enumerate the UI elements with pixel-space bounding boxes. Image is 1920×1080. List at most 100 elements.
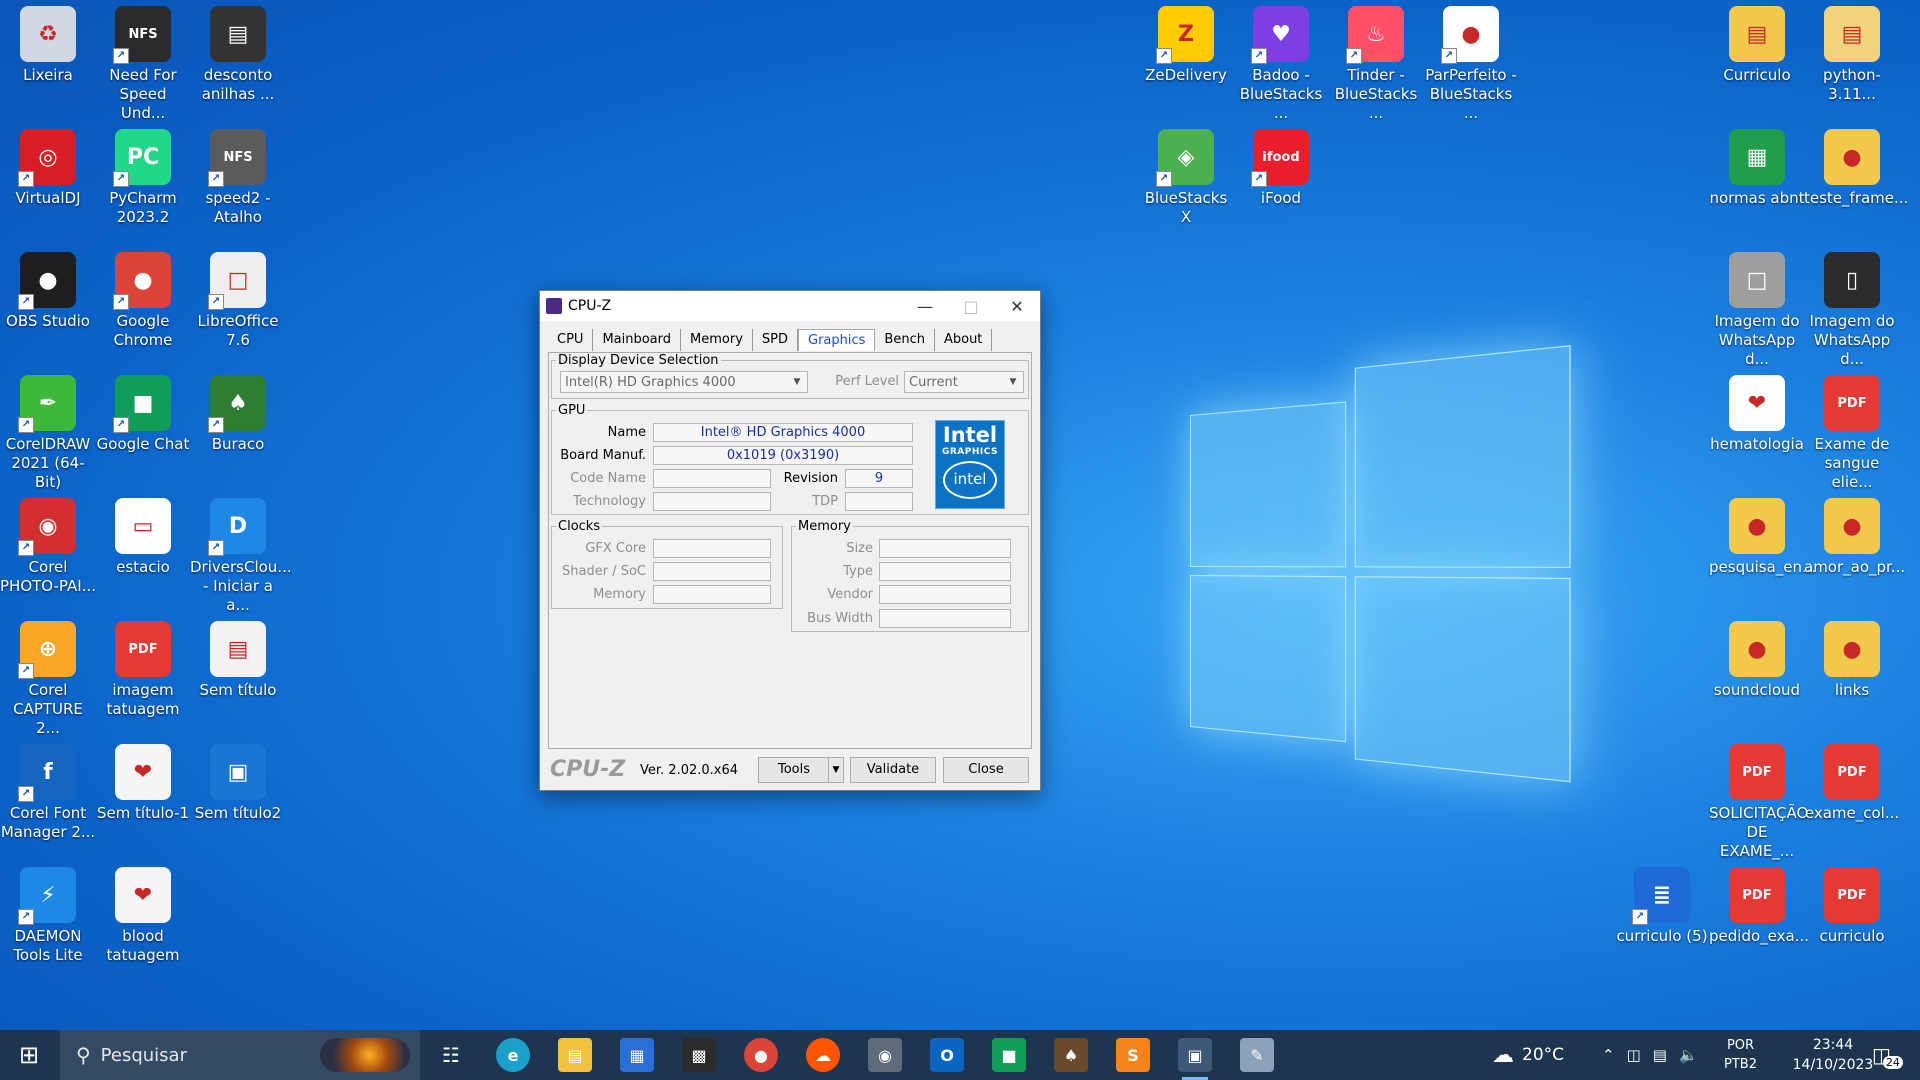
desktop-icon-label: SOLICITAÇÃO DE EXAME_...	[1709, 804, 1805, 861]
desktop-icon[interactable]: ▤ Sem título	[190, 617, 286, 700]
language-indicator[interactable]: POR PTB2	[1724, 1030, 1757, 1080]
display-device-select[interactable]: Intel(R) HD Graphics 4000 ▼	[560, 371, 808, 393]
store-icon[interactable]: ▦	[620, 1038, 654, 1072]
game-icon[interactable]: ♠	[1054, 1038, 1088, 1072]
validate-button[interactable]: Validate	[850, 757, 936, 783]
perf-level-select[interactable]: Current ▼	[904, 371, 1024, 393]
desktop-icon[interactable]: ▭ estacio	[95, 494, 191, 577]
desktop-icon-image: PDF	[1824, 375, 1880, 431]
desktop-icon[interactable]: ● pesquisa_en...	[1709, 494, 1805, 577]
tab-spd[interactable]: SPD	[753, 329, 798, 351]
desktop-icon-image: ◉ ↗	[20, 498, 76, 554]
google-chat-icon[interactable]: ■	[992, 1038, 1026, 1072]
volume-icon[interactable]: 🔈	[1679, 1046, 1698, 1064]
desktop-icon[interactable]: ● ↗ ParPerfeito - BlueStacks ...	[1423, 2, 1519, 123]
display-device-value: Intel(R) HD Graphics 4000	[565, 375, 736, 390]
desktop-icon[interactable]: ● amor_ao_pr...	[1804, 494, 1900, 577]
sublime-text-icon[interactable]: S	[1116, 1038, 1150, 1072]
start-button[interactable]: ⊞	[0, 1030, 58, 1080]
desktop-icon[interactable]: ● teste_frame...	[1804, 125, 1900, 208]
notifications-button[interactable]: ◫ 24	[1872, 1030, 1903, 1080]
desktop-icon[interactable]: □ Imagem do WhatsApp d...	[1709, 248, 1805, 369]
desktop-icon[interactable]: ▤ python-3.11...	[1804, 2, 1900, 104]
shortcut-arrow-icon: ↗	[1251, 171, 1267, 187]
minimize-button[interactable]: —	[902, 291, 948, 321]
desktop-icon[interactable]: PDF curriculo	[1804, 863, 1900, 946]
desktop-icon[interactable]: ● ↗ OBS Studio	[0, 248, 96, 331]
tab-graphics[interactable]: Graphics	[798, 329, 875, 351]
close-icon[interactable]: ✕	[994, 291, 1040, 321]
desktop-icon-image: ● ↗	[115, 252, 171, 308]
desktop-icon[interactable]: Z ↗ ZeDelivery	[1138, 2, 1234, 85]
desktop-icon[interactable]: PDF pedido_exa...	[1709, 863, 1805, 946]
desktop-icon[interactable]: ❤ blood tatuagem	[95, 863, 191, 965]
tab-cpu[interactable]: CPU	[548, 329, 593, 351]
tools-button[interactable]: Tools	[758, 757, 830, 783]
tab-about[interactable]: About	[935, 329, 992, 351]
desktop-icon[interactable]: ▯ Imagem do WhatsApp d...	[1804, 248, 1900, 369]
desktop-icon[interactable]: PDF SOLICITAÇÃO DE EXAME_...	[1709, 740, 1805, 861]
desktop-icon[interactable]: ✒ ↗ CorelDRAW 2021 (64-Bit)	[0, 371, 96, 492]
meet-icon[interactable]: ◫	[1627, 1046, 1641, 1064]
desktop-icon-label: Google Chrome	[95, 312, 191, 350]
clock[interactable]: 23:44 14/10/2023	[1788, 1030, 1878, 1080]
desktop-icon[interactable]: ⚡ ↗ DAEMON Tools Lite	[0, 863, 96, 965]
tab-bench[interactable]: Bench	[875, 329, 935, 351]
tab-mainboard[interactable]: Mainboard	[593, 329, 681, 351]
desktop-icon[interactable]: ifood ↗ iFood	[1233, 125, 1329, 208]
weather-widget[interactable]: ☁ 20°C	[1492, 1030, 1564, 1080]
maximize-button[interactable]: □	[948, 291, 994, 321]
desktop-icon[interactable]: ◈ ↗ BlueStacks X	[1138, 125, 1234, 227]
equalizer-icon[interactable]: ▩	[682, 1038, 716, 1072]
paint-icon[interactable]: ✎	[1240, 1038, 1274, 1072]
desktop-icon[interactable]: ♠ ↗ Buraco	[190, 371, 286, 454]
desktop-icon-image: ♠ ↗	[210, 375, 266, 431]
soundcloud-icon[interactable]: ☁	[806, 1038, 840, 1072]
desktop-icon[interactable]: PC ↗ PyCharm 2023.2	[95, 125, 191, 227]
desktop-icon[interactable]: NFS ↗ Need For Speed Und...	[95, 2, 191, 123]
desktop-icon[interactable]: ♥ ↗ Badoo - BlueStacks ...	[1233, 2, 1329, 123]
desktop-icon[interactable]: ◉ ↗ Corel PHOTO-PAI...	[0, 494, 96, 596]
desktop-icon[interactable]: ⊕ ↗ Corel CAPTURE 2...	[0, 617, 96, 738]
desktop-icon[interactable]: D ↗ DriversClou... - Iniciar a a...	[190, 494, 286, 615]
desktop-icon[interactable]: ▣ Sem título2	[190, 740, 286, 823]
outlook-icon[interactable]: O	[930, 1038, 964, 1072]
desktop-icon[interactable]: ♨ ↗ Tinder - BlueStacks ...	[1328, 2, 1424, 123]
network-icon[interactable]: ▤	[1653, 1046, 1667, 1064]
edge-icon[interactable]: e	[496, 1038, 530, 1072]
desktop-icon[interactable]: ♻ Lixeira	[0, 2, 96, 85]
tab-bar: CPU Mainboard Memory SPD Graphics Bench …	[548, 329, 1040, 351]
chevron-down-icon: ▼	[789, 374, 805, 390]
close-button[interactable]: Close	[943, 757, 1029, 783]
desktop-icon[interactable]: ≣ ↗ curriculo (5)	[1614, 863, 1710, 946]
desktop-icon[interactable]: ● ↗ Google Chrome	[95, 248, 191, 350]
desktop-icon[interactable]: PDF imagem tatuagem	[95, 617, 191, 719]
cpuz-taskbar-icon[interactable]: ▣	[1178, 1038, 1212, 1072]
desktop-icon-label: Corel CAPTURE 2...	[0, 681, 96, 738]
desktop-icon[interactable]: ▤ Curriculo	[1709, 2, 1805, 85]
desktop-icon[interactable]: ▤ desconto anilhas ...	[190, 2, 286, 104]
file-explorer-icon[interactable]: ▤	[558, 1038, 592, 1072]
desktop-icon[interactable]: ◎ ↗ VirtualDJ	[0, 125, 96, 208]
desktop-icon[interactable]: ● soundcloud	[1709, 617, 1805, 700]
shortcut-arrow-icon: ↗	[113, 48, 129, 64]
desktop-icon[interactable]: ● links	[1804, 617, 1900, 700]
desktop-icon[interactable]: PDF Exame de sangue elie...	[1804, 371, 1900, 492]
desktop-icon[interactable]: NFS ↗ speed2 - Atalho	[190, 125, 286, 227]
desktop-icon[interactable]: □ ↗ LibreOffice 7.6	[190, 248, 286, 350]
desktop-icon[interactable]: PDF exame_col...	[1804, 740, 1900, 823]
desktop-icon[interactable]: ■ ↗ Google Chat	[95, 371, 191, 454]
desktop-icon[interactable]: f ↗ Corel Font Manager 2...	[0, 740, 96, 842]
chevron-up-icon[interactable]: ⌃	[1602, 1046, 1615, 1064]
desktop-icon[interactable]: ▦ normas abnt	[1709, 125, 1805, 208]
tab-memory[interactable]: Memory	[681, 329, 753, 351]
task-view-icon[interactable]: ☷	[434, 1038, 468, 1072]
title-bar[interactable]: CPU-Z — □ ✕	[540, 291, 1040, 321]
desktop-icon[interactable]: ❤ hematologia	[1709, 371, 1805, 454]
chrome-icon[interactable]: ●	[744, 1038, 778, 1072]
camera-icon[interactable]: ◉	[868, 1038, 902, 1072]
desktop-icon-image: ●	[1824, 621, 1880, 677]
search-box[interactable]: ⚲ Pesquisar	[60, 1030, 420, 1080]
tools-dropdown-icon[interactable]: ▼	[828, 757, 844, 783]
desktop-icon[interactable]: ❤ Sem título-1	[95, 740, 191, 823]
